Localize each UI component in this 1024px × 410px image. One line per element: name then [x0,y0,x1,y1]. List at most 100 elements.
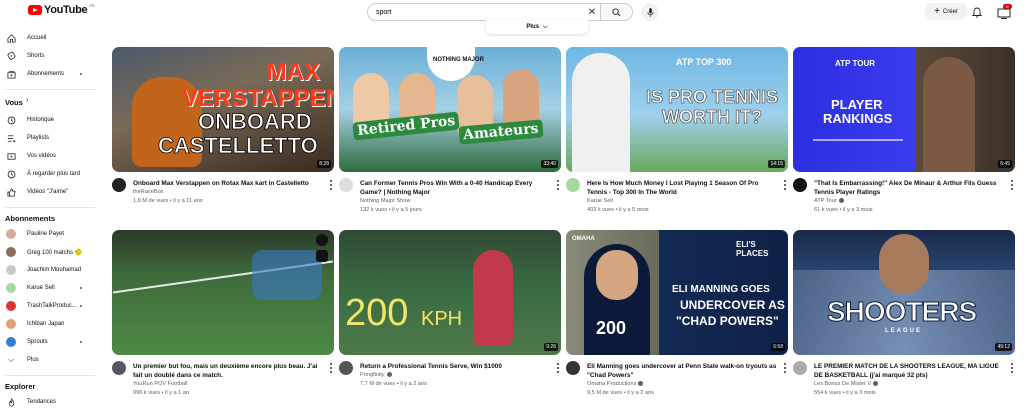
more-actions-icon[interactable] [555,362,561,374]
sidebar-label: TrashTalkProduc... [27,303,77,309]
channel-avatar[interactable] [566,178,580,192]
more-actions-icon[interactable] [782,362,788,374]
sidebar-sub-item[interactable]: Karue Sell [0,280,100,296]
channel-avatar[interactable] [793,178,807,192]
thumbnail-text: ONBOARD [198,109,312,135]
channel-avatar[interactable] [566,361,580,375]
search-button[interactable] [600,4,632,20]
thumbnail-text: MAX [266,59,320,86]
video-thumbnail[interactable]: OMAHA 200 ELI'S PLACES ELI MANNING GOES … [566,230,788,355]
channel-name-text: Pongfinity [360,372,385,378]
video-thumbnail[interactable] [112,230,334,355]
more-actions-icon[interactable] [328,362,334,374]
channel-avatar[interactable] [339,178,353,192]
thumbnail-text: NOTHING MAJOR [433,57,484,63]
video-title[interactable]: "That Is Embarrassing!" Alex De Minaur &… [814,179,1004,197]
more-actions-icon[interactable] [1009,179,1015,191]
notifications-button[interactable] [971,5,983,23]
avatar [6,319,16,329]
video-title[interactable]: LE PREMIER MATCH DE LA SHOOTERS LEAGUE, … [814,362,1004,380]
more-actions-icon[interactable] [555,179,561,191]
channel-name[interactable]: theRaceBox [133,189,163,195]
sidebar-label: Abonnements [27,71,65,77]
more-filters-button[interactable]: Plus ⌵ [486,20,588,34]
sidebar-item-shorts[interactable]: Shorts [0,48,100,64]
subscriptions-icon [6,69,16,79]
video-thumbnail[interactable]: SHOOTERS LEAGUE 49:12 [793,230,1015,355]
clear-icon[interactable]: ✕ [584,7,600,18]
player [572,53,630,172]
sidebar-sub-item[interactable]: Ichiban Japan [0,316,100,332]
sidebar-label: Tendances [27,399,57,405]
channel-avatar[interactable] [112,178,126,192]
channel-name[interactable]: Omaha Productions [587,381,644,387]
youtube-logo[interactable]: YouTube FR [28,3,95,16]
new-content-dot [80,341,82,343]
sidebar-sub-item[interactable]: Sprouts [0,334,100,350]
more-actions-icon[interactable] [782,179,788,191]
video-title[interactable]: Return a Professional Tennis Serve, Win … [360,362,550,371]
sidebar-sub-item[interactable]: Greg 100 matchs 🥎 [0,244,100,260]
sidebar-item-home[interactable]: Accueil [0,30,100,46]
channel-name[interactable]: Nothing Major Show [360,198,410,204]
sidebar-item-more[interactable]: ⌵ Plus [0,352,100,368]
sidebar-divider [5,89,95,90]
thumbnail-text: PLAYER [831,97,883,112]
create-button[interactable]: + Créer [924,3,968,20]
channel-name[interactable]: Karue Sell [587,198,613,204]
video-title[interactable]: Onboard Max Verstappen on Rotax Max kart… [133,179,323,188]
video-meta: 7,7 M de vues • il y a 2 ans [360,381,427,387]
sidebar-item-history[interactable]: Historique [0,112,100,128]
video-title[interactable]: Eli Manning goes undercover at Penn Stat… [587,362,777,380]
account-button[interactable]: 9+ [996,4,1012,20]
channel-avatar[interactable] [339,361,353,375]
thumbnail-text: SHOOTERS [826,296,977,328]
channel-name-text: Les Bonus De Mister V [814,381,872,387]
channel-avatar-icon [6,229,16,239]
sidebar-label: Vos vidéos [27,153,57,159]
channel-avatar[interactable] [112,361,126,375]
video-title[interactable]: Can Former Tennis Pros Win With a 0-40 H… [360,179,550,197]
video-thumbnail[interactable]: ATP TOP 300 IS PRO TENNIS WORTH IT? 14:1… [566,47,788,172]
face [596,250,638,300]
sidebar-item-you[interactable]: Vous › [0,94,100,110]
channel-name[interactable]: ATP Tour [814,198,844,204]
video-thumbnail[interactable]: 200 KPH 9:26 [339,230,561,355]
sidebar-item-liked-videos[interactable]: Vidéos "J'aime" [0,184,100,200]
channel-avatar[interactable] [793,361,807,375]
sidebar-item-your-videos[interactable]: Vos vidéos [0,148,100,164]
channel-avatar-icon [6,319,16,329]
sidebar-label: Shorts [27,53,45,59]
video-thumbnail[interactable]: MAX VERSTAPPEN ONBOARD CASTELLETTO 8:28 [112,47,334,172]
avatar [6,265,16,275]
new-content-dot [80,305,82,307]
more-actions-icon[interactable] [1009,362,1015,374]
video-thumbnail[interactable]: NOTHING MAJOR Retired Pros Amateurs 33:4… [339,47,561,172]
thumbnail-text: 200 [596,318,627,338]
watch-later-icon [6,169,16,179]
sidebar-sub-item[interactable]: Pauline Payet [0,226,100,242]
sidebar-item-watch-later[interactable]: À regarder plus tard [0,166,100,182]
channel-name[interactable]: Pongfinity [360,372,392,378]
sidebar-label: Historique [27,117,55,123]
youtube-play-icon [28,5,42,15]
video-title[interactable]: Here Is How Much Money I Lost Playing 1 … [587,179,777,197]
create-label: Créer [942,8,958,15]
thumbnail-text: ELI'S PLACES [736,240,769,258]
mic-icon [647,7,653,17]
sidebar-sub-item[interactable]: TrashTalkProduc... [0,298,100,314]
sidebar-item-subscriptions[interactable]: Abonnements [0,66,100,82]
video-thumbnail[interactable]: ATP TOUR PLAYER RANKINGS 6:45 [793,47,1015,172]
sidebar-sub-item[interactable]: Joachim Mouhamad [0,262,100,278]
player [923,57,975,172]
avatar [6,301,16,311]
thumbnail-text: ATP TOP 300 [676,57,732,67]
search-input[interactable] [368,4,584,20]
playlist-add-icon[interactable] [316,250,328,262]
sidebar-item-playlists[interactable]: Playlists [0,130,100,146]
channel-name[interactable]: YouRun POV Football [133,381,188,387]
video-title[interactable]: Un premier but fou, mais un deuxième enc… [133,362,323,380]
channel-name[interactable]: Les Bonus De Mister V [814,381,879,387]
more-actions-icon[interactable] [328,179,334,191]
voice-search-button[interactable] [641,3,659,21]
